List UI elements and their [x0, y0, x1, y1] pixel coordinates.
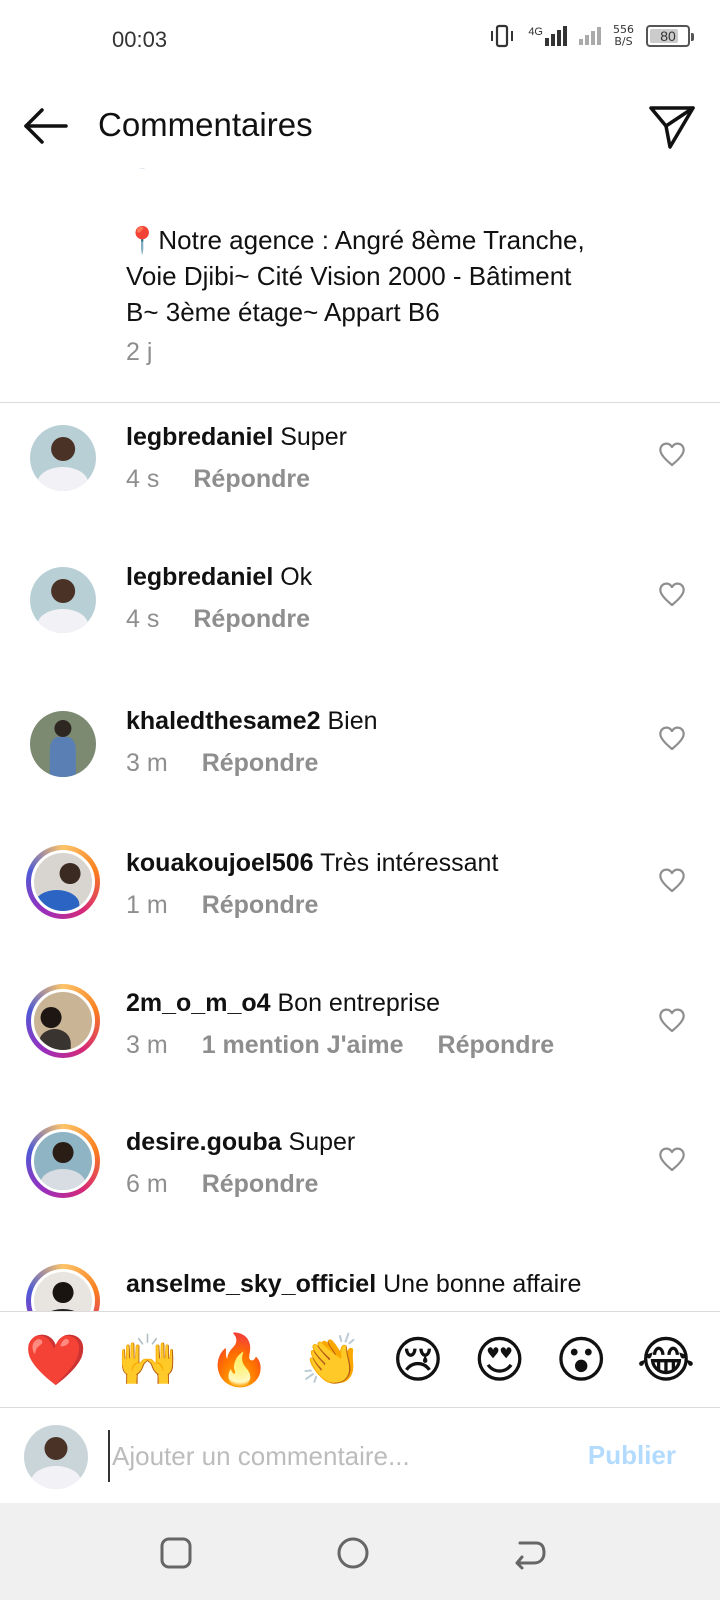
- comment-text: khaledthesame2 Bien: [126, 707, 378, 736]
- comment-item: desire.gouba Super 6 m Répondre: [0, 1123, 720, 1267]
- heart-outline-icon[interactable]: [658, 1146, 686, 1172]
- status-bar: 00:03 4G 556 B/S 80: [0, 0, 720, 80]
- comment-body: Super: [288, 1128, 356, 1156]
- comment-time: 6 m: [126, 1170, 168, 1198]
- network-type: 4G: [528, 26, 543, 38]
- comment-text: kouakoujoel506 Très intéressant: [126, 849, 498, 878]
- comment-item: 2m_o_m_o4 Bon entreprise 3 m 1 mention J…: [0, 979, 720, 1123]
- post-caption: 🕘 Du lundi au vendredi : 8h-16h 📍Notre a…: [126, 150, 666, 330]
- square-icon[interactable]: [156, 1533, 196, 1573]
- emoji-quick-bar: ❤️ 🙌 🔥 👏 😢 😍 😮 😂: [0, 1311, 720, 1407]
- publish-button[interactable]: Publier: [588, 1440, 676, 1471]
- emoji-raised-hands-button[interactable]: 🙌: [117, 1332, 179, 1388]
- heart-outline-icon[interactable]: [658, 867, 686, 893]
- status-icons: 4G 556 B/S 80: [488, 24, 694, 48]
- comment-text: 2m_o_m_o4 Bon entreprise: [126, 989, 440, 1018]
- vibrate-icon: [491, 24, 514, 48]
- header: Commentaires: [0, 88, 720, 168]
- avatar[interactable]: [26, 707, 100, 781]
- comments-list[interactable]: legbredaniel Super 4 s Répondre legbreda…: [0, 403, 720, 1311]
- comment-text: anselme_sky_officiel Une bonne affaire: [126, 1270, 581, 1299]
- reply-button[interactable]: Répondre: [202, 749, 319, 778]
- page-title: Commentaires: [98, 106, 313, 143]
- battery-level: 80: [660, 28, 676, 44]
- comment-time: 4 s: [126, 605, 160, 633]
- signal-2-icon: [579, 27, 601, 45]
- emoji-heart-eyes-button[interactable]: 😍: [474, 1332, 526, 1388]
- caption-line: 📍Notre agence : Angré 8ème Tranche,: [126, 225, 585, 255]
- comment-meta: 4 s Répondre: [126, 605, 310, 634]
- status-time: 00:03: [112, 27, 168, 52]
- avatar[interactable]: [26, 845, 100, 919]
- comment-item: khaledthesame2 Bien 3 m Répondre: [0, 691, 720, 835]
- emoji-surprised-button[interactable]: 😮: [555, 1332, 607, 1388]
- reply-button[interactable]: Répondre: [193, 605, 310, 634]
- comment-meta: 6 m Répondre: [126, 1170, 318, 1199]
- comment-body: Très intéressant: [320, 849, 499, 877]
- emoji-laughing-button[interactable]: 😂: [637, 1332, 695, 1388]
- emoji-heart-button[interactable]: ❤️: [25, 1332, 87, 1388]
- comment-username[interactable]: legbredaniel: [126, 423, 273, 451]
- signal-4g-icon: 4G: [528, 26, 567, 46]
- post-time: 2 j: [126, 338, 153, 366]
- comment-meta: 4 s Répondre: [126, 465, 310, 494]
- emoji-fire-button[interactable]: 🔥: [208, 1332, 270, 1388]
- comment-username[interactable]: legbredaniel: [126, 563, 273, 591]
- comment-meta: 1 m Répondre: [126, 891, 318, 920]
- paper-plane-icon[interactable]: [648, 104, 696, 150]
- avatar[interactable]: [26, 1124, 100, 1198]
- comment-body: Ok: [280, 563, 313, 591]
- heart-outline-icon[interactable]: [658, 581, 686, 607]
- avatar[interactable]: [26, 421, 100, 495]
- avatar[interactable]: [26, 1264, 100, 1311]
- comment-username[interactable]: kouakoujoel506: [126, 849, 314, 877]
- net-speed: 556 B/S: [613, 24, 634, 48]
- reply-button[interactable]: Répondre: [202, 891, 319, 920]
- comment-time: 3 m: [126, 749, 168, 777]
- comment-text: legbredaniel Super: [126, 423, 347, 452]
- circle-icon[interactable]: [333, 1533, 373, 1573]
- system-nav-bar: [0, 1503, 720, 1600]
- comment-body: Bon entreprise: [277, 989, 441, 1017]
- avatar: [24, 1425, 88, 1489]
- likes-count-button[interactable]: 1 mention J'aime: [202, 1031, 404, 1060]
- comment-time: 3 m: [126, 1031, 168, 1059]
- caption-line: B~ 3ème étage~ Appart B6: [126, 297, 440, 327]
- avatar[interactable]: [26, 563, 100, 637]
- comment-username[interactable]: khaledthesame2: [126, 707, 321, 735]
- caption-line: Voie Djibi~ Cité Vision 2000 - Bâtiment: [126, 261, 572, 291]
- comment-time: 4 s: [126, 465, 160, 493]
- comment-body: Une bonne affaire: [383, 1270, 582, 1298]
- emoji-crying-button[interactable]: 😢: [392, 1332, 444, 1388]
- comment-username[interactable]: anselme_sky_officiel: [126, 1270, 376, 1298]
- reply-button[interactable]: Répondre: [438, 1031, 555, 1060]
- battery-icon: 80: [646, 25, 694, 47]
- comment-meta: 3 m Répondre: [126, 749, 318, 778]
- reply-button[interactable]: Répondre: [193, 465, 310, 494]
- comment-meta: 3 m 1 mention J'aime Répondre: [126, 1031, 554, 1060]
- emoji-clap-button[interactable]: 👏: [300, 1332, 362, 1388]
- comment-text: legbredaniel Ok: [126, 563, 312, 592]
- net-speed-unit: B/S: [614, 35, 633, 48]
- comment-input[interactable]: [108, 1430, 558, 1482]
- comment-item: legbredaniel Ok 4 s Répondre: [0, 547, 720, 691]
- heart-outline-icon[interactable]: [658, 1007, 686, 1033]
- comment-item: legbredaniel Super 4 s Répondre: [0, 403, 720, 547]
- avatar[interactable]: [26, 984, 100, 1058]
- reply-button[interactable]: Répondre: [202, 1170, 319, 1199]
- comment-body: Super: [280, 423, 347, 451]
- heart-outline-icon[interactable]: [658, 725, 686, 751]
- comment-username[interactable]: 2m_o_m_o4: [126, 989, 271, 1017]
- comment-body: Bien: [327, 707, 378, 735]
- comment-time: 1 m: [126, 891, 168, 919]
- comment-item: kouakoujoel506 Très intéressant 1 m Répo…: [0, 835, 720, 979]
- heart-outline-icon[interactable]: [658, 441, 686, 467]
- comment-text: desire.gouba Super: [126, 1128, 355, 1157]
- comment-composer: Publier: [0, 1407, 720, 1503]
- comment-username[interactable]: desire.gouba: [126, 1128, 282, 1156]
- back-arrow-icon[interactable]: [510, 1533, 550, 1573]
- arrow-left-icon[interactable]: [22, 106, 70, 146]
- comment-item: anselme_sky_officiel Une bonne affaire: [0, 1264, 720, 1311]
